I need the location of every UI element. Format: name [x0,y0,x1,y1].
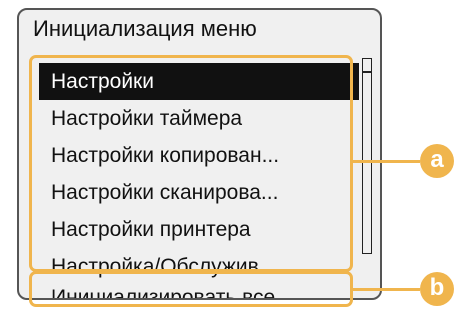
callout-line-a [353,160,420,163]
callout-frame-b [29,271,353,307]
callout-frame-a [29,55,353,272]
callout-marker-b: b [420,272,454,306]
screen-title: Инициализация меню [33,16,257,41]
callout-marker-a: a [420,144,454,178]
scrollbar[interactable] [362,58,372,254]
scrollbar-thumb[interactable] [363,59,371,73]
callout-line-b [353,288,420,291]
